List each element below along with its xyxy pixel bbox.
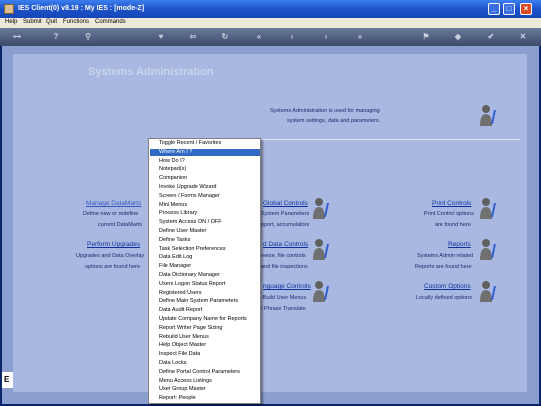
data-controls-desc-2: and file inspections — [261, 264, 308, 270]
language-controls-person-icon[interactable] — [311, 280, 333, 304]
manage-datamarts-desc-2: current DataMarts — [98, 222, 143, 228]
menu-item[interactable]: Menu Access Listings — [150, 378, 260, 386]
global-controls-person-icon[interactable] — [311, 197, 333, 221]
reports-link[interactable]: Reports — [448, 241, 471, 248]
ok-icon[interactable]: ✔ — [485, 31, 497, 43]
menu-item[interactable]: Define Tasks — [150, 237, 260, 245]
menu-bar: Help Submit Quit Functions Commands — [0, 18, 541, 28]
bookmark-icon[interactable]: ⚑ — [420, 31, 432, 43]
data-controls-person-icon[interactable] — [311, 238, 333, 262]
back-icon[interactable]: ⇦ — [187, 31, 199, 43]
last-icon[interactable]: » — [354, 31, 366, 43]
title-bar: IES Client(0) v8.19 : My IES : [mode-Z] … — [0, 0, 541, 18]
menu-item[interactable]: Define User Master — [150, 228, 260, 236]
print-controls-desc-2: are found here — [435, 222, 471, 228]
intro-line-2: system settings, data and parameters. — [287, 118, 381, 124]
global-controls-link[interactable]: Global Controls — [263, 200, 308, 207]
menu-item[interactable]: File Manager — [150, 263, 260, 271]
help-person-icon[interactable] — [478, 104, 500, 128]
print-controls-person-icon[interactable] — [478, 197, 500, 221]
global-controls-desc-2: pport, accumulators — [261, 222, 310, 228]
search-icon[interactable]: ⚲ — [82, 31, 94, 43]
perform-upgrades-desc-1: Upgrades and Data Overlay — [76, 253, 145, 259]
key-icon[interactable]: ⊶ — [6, 31, 28, 43]
intro-line-1: Systems Administration is used for manag… — [270, 108, 380, 114]
maximize-button[interactable]: □ — [503, 3, 515, 15]
print-controls-desc-1: Print Control options — [424, 211, 474, 217]
menu-item[interactable]: Companion — [150, 175, 260, 183]
window-title: IES Client(0) v8.19 : My IES : [mode-Z] — [18, 5, 145, 12]
menu-item[interactable]: Data Dictionary Manager — [150, 272, 260, 280]
menu-item[interactable]: Task Selection Preferences — [150, 246, 260, 254]
custom-options-desc-1: Locally defined options — [416, 295, 472, 301]
prev-icon[interactable]: ‹ — [286, 31, 298, 43]
reports-person-icon[interactable] — [478, 238, 500, 262]
main-panel — [13, 82, 527, 392]
menu-item[interactable]: Registered Users — [150, 290, 260, 298]
menu-item[interactable]: Mini Menus — [150, 202, 260, 210]
menu-item[interactable]: Help Object Master — [150, 342, 260, 350]
menu-item[interactable]: Inspect File Data — [150, 351, 260, 359]
menu-item[interactable]: Report: People — [150, 395, 260, 403]
menu-item[interactable]: System Access ON / OFF — [150, 219, 260, 227]
reports-desc-2: Reports are found here — [415, 264, 472, 270]
print-controls-link[interactable]: Print Controls — [432, 200, 471, 207]
menu-item[interactable]: Update Company Name for Reports — [150, 316, 260, 324]
first-icon[interactable]: « — [253, 31, 265, 43]
menu-item[interactable]: Toggle Recent / Favorites — [150, 140, 260, 148]
save-icon[interactable]: ◆ — [452, 31, 464, 43]
page-title: Systems Administration — [88, 66, 214, 78]
menu-item[interactable]: Notepad(s) — [150, 166, 260, 174]
reports-desc-1: Systems Admin related — [417, 253, 474, 259]
left-strip: E — [2, 372, 13, 388]
menu-commands[interactable]: Commands — [95, 19, 126, 25]
next-icon[interactable]: › — [320, 31, 332, 43]
perform-upgrades-desc-2: options are found here — [85, 264, 141, 270]
menu-item[interactable]: Users Logon Status Report — [150, 281, 260, 289]
heart-icon[interactable]: ♥ — [155, 31, 167, 43]
data-controls-desc-1: reeze, file controls — [261, 253, 306, 259]
data-controls-link[interactable]: d Data Controls — [263, 241, 308, 248]
menu-item[interactable]: Data Edit Log — [150, 254, 260, 262]
menu-help[interactable]: Help — [5, 19, 17, 25]
cancel-icon[interactable]: ✕ — [517, 31, 529, 43]
custom-options-person-icon[interactable] — [478, 280, 500, 304]
language-controls-link[interactable]: nguage Controls — [263, 283, 311, 290]
menu-functions[interactable]: Functions — [63, 19, 89, 25]
menu-item[interactable]: Define Portal Control Parameters — [150, 369, 260, 377]
menu-item[interactable]: Data Audit Report — [150, 307, 260, 315]
help-icon[interactable]: ? — [50, 31, 62, 43]
app-icon — [4, 4, 14, 14]
manage-datamarts-link[interactable]: Manage DataMarts — [86, 200, 141, 207]
menu-item[interactable]: Invoke Upgrade Wizard — [150, 184, 260, 192]
language-controls-desc-2: / Phrase Translate — [261, 306, 306, 312]
minimize-button[interactable]: _ — [488, 3, 500, 15]
manage-datamarts-desc-1: Define new or redefine — [83, 211, 139, 217]
menu-item[interactable]: Data Locks — [150, 360, 260, 368]
language-controls-desc-1: -Build User Menus — [261, 295, 307, 301]
menu-item[interactable]: Where Am I ? — [150, 148, 260, 157]
menu-quit[interactable]: Quit — [46, 19, 57, 25]
menu-item[interactable]: User Group Master — [150, 386, 260, 394]
close-button[interactable]: × — [520, 3, 532, 15]
menu-item[interactable]: Rebuild User Menus — [150, 334, 260, 342]
menu-item[interactable]: How Do I? — [150, 158, 260, 166]
menu-item[interactable]: Define Main System Parameters — [150, 298, 260, 306]
menu-submit[interactable]: Submit — [23, 19, 42, 25]
menu-item[interactable]: Screen / Forms Manager — [150, 193, 260, 201]
context-menu: Toggle Recent / Favorites Where Am I ? How… — [148, 138, 261, 404]
menu-item[interactable]: Report Writer Page Sizing — [150, 325, 260, 333]
toolbar: ⊶ ? ⚲ ♥ ⇦ ↻ « ‹ › » ⚑ ◆ ✔ ✕ — [0, 28, 541, 46]
global-controls-desc-1: System Parameters — [261, 211, 310, 217]
refresh-icon[interactable]: ↻ — [219, 31, 231, 43]
custom-options-link[interactable]: Custom Options — [424, 283, 471, 290]
menu-item[interactable]: Process Library — [150, 210, 260, 218]
perform-upgrades-link[interactable]: Perform Upgrades — [87, 241, 140, 248]
